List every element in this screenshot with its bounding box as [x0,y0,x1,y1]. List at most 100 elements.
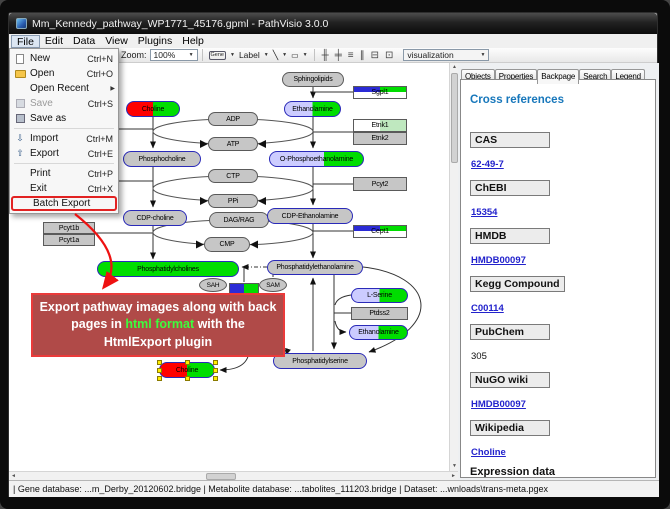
menu-file[interactable]: File [11,35,40,48]
shortcut-label: Ctrl+O [87,69,113,79]
pathway-node-phosphatidylcholines[interactable]: Phosphatidylcholines [97,261,239,277]
file-menu-item-export[interactable]: ⇧ExportCtrl+E [10,146,118,161]
file-menu-item-batch-export[interactable]: Batch Export [11,196,117,211]
pathway-node-etnk1[interactable]: Etnk1 [353,119,407,132]
align-center-x-button[interactable]: ╫ [319,49,332,62]
pathway-node-o-phosphoethanolamine[interactable]: O-Phosphoethanolamine [269,151,364,167]
pathway-node-ptdss2[interactable]: Ptdss2 [351,307,408,320]
save-as-icon [13,114,27,123]
pathway-node-cept1[interactable]: Cept1 [353,225,407,238]
pathway-node-sam[interactable]: SAM [259,278,287,292]
pathway-node-cmp[interactable]: CMP [204,237,250,252]
common-height-button[interactable]: ⊡ [382,49,396,62]
shape-tool-button[interactable]: ▭ ▼ [289,51,310,60]
common-width-button[interactable]: ⊟ [368,49,382,62]
align-center-y-button[interactable]: ╪ [332,49,345,62]
line-tool-button[interactable]: ╲ ▼ [271,50,289,61]
pathway-node-choline[interactable]: Choline [126,101,180,117]
xref-link[interactable]: 62-49-7 [471,159,504,170]
title-bar[interactable]: Mm_Kennedy_pathway_WP1771_45176.gpml - P… [9,13,657,34]
file-menu-item-save[interactable]: SaveCtrl+S [10,96,118,111]
pathway-node-ctp[interactable]: CTP [208,169,258,183]
pathway-node-label: CTP [226,173,239,180]
pathway-node-choline[interactable]: Choline [159,362,215,378]
pathway-node-sah[interactable]: SAH [199,278,227,292]
pathway-node-label: Pcyt1a [59,237,79,244]
file-menu-item-label: Export [30,148,88,159]
pathway-node-label: CDP-Ethanolamine [282,213,339,220]
pathway-node-pcyt1b[interactable]: Pcyt1b [43,222,95,234]
label-tool-button[interactable]: Label ▼ [237,50,271,60]
menu-edit[interactable]: Edit [40,35,68,48]
pathway-node-pcyt2[interactable]: Pcyt2 [353,177,407,191]
menu-help[interactable]: Help [177,35,209,48]
selection-handle[interactable] [157,360,162,365]
shortcut-label: Ctrl+E [88,149,113,159]
selection-handle[interactable] [213,368,218,373]
menu-view[interactable]: View [100,35,133,48]
toolbar-separator [314,49,315,61]
pathway-node-adp[interactable]: ADP [208,112,258,126]
selection-handle[interactable] [213,376,218,381]
canvas-vertical-scrollbar[interactable]: ▲ ▼ [449,63,458,471]
file-menu-item-import[interactable]: ⇩ImportCtrl+M [10,131,118,146]
vertical-scroll-thumb[interactable] [451,73,458,163]
pathway-node-label: SAM [266,282,280,289]
pathway-node-dag-rag[interactable]: DAG/RAG [209,212,269,228]
file-menu-item-print[interactable]: PrintCtrl+P [10,166,118,181]
shape-tool-icon: ▭ [291,51,299,60]
canvas-horizontal-scrollbar[interactable]: ◄ ► [9,471,458,480]
open-folder-icon [13,70,27,78]
submenu-arrow-icon: ▶ [110,85,115,92]
xref-value: 305 [471,351,487,362]
pathway-node-label: Pcyt1b [59,225,79,232]
xref-link[interactable]: C00114 [471,303,504,314]
horizontal-scroll-thumb[interactable] [206,473,236,480]
pathway-node-ppi[interactable]: PPi [208,194,258,208]
pathway-node-sgpl1[interactable]: Sgpl1 [353,86,407,99]
annotation-highlight: html format [125,317,194,331]
file-menu-item-save-as[interactable]: Save as [10,111,118,126]
file-menu-item-open[interactable]: OpenCtrl+O [10,66,118,81]
xref-section-cas: CAS62-49-7 [470,130,647,165]
pathway-node-phosphatidylserine[interactable]: Phosphatidylserine [273,353,367,369]
xref-link[interactable]: Choline [471,447,506,458]
pathvisio-window: Mm_Kennedy_pathway_WP1771_45176.gpml - P… [8,12,658,497]
menu-separator [14,163,114,164]
selection-handle[interactable] [157,376,162,381]
distribute-horizontal-button[interactable]: ∥ [357,49,368,62]
visualization-combobox[interactable]: visualization ▼ [403,49,489,61]
menu-data[interactable]: Data [68,35,100,48]
pathway-node-sphingolipids[interactable]: Sphingolipids [282,72,344,87]
pathway-node-pcyt1a[interactable]: Pcyt1a [43,234,95,246]
menu-plugins[interactable]: Plugins [133,35,177,48]
selection-handle[interactable] [213,360,218,365]
xref-source-name: Kegg Compound [470,276,565,292]
pathway-node-phosphocholine[interactable]: Phosphocholine [123,151,201,167]
save-icon [13,99,27,108]
xref-link[interactable]: 15354 [471,207,497,218]
xref-link[interactable]: HMDB00097 [471,255,526,266]
pathway-node-label: Sgpl1 [372,89,389,96]
pathway-node-ethanolamine[interactable]: Ethanolamine [349,325,408,340]
tab-backpage[interactable]: Backpage [537,69,579,84]
selection-handle[interactable] [185,360,190,365]
file-menu-item-exit[interactable]: ExitCtrl+X [10,181,118,196]
pathway-node-l-serine[interactable]: L-Serine [351,288,408,303]
pathway-node-etnk2[interactable]: Etnk2 [353,132,407,145]
pathway-node-label: O-Phosphoethanolamine [280,156,353,163]
selection-handle[interactable] [157,368,162,373]
pathway-node-phosphatidylethanolamine[interactable]: Phosphatidylethanolamine [267,260,363,275]
zoom-combobox[interactable]: 100% ▼ [150,49,198,61]
selection-handle[interactable] [185,376,190,381]
file-menu-item-open-recent[interactable]: Open Recent▶ [10,81,118,96]
pathway-node-ethanolamine[interactable]: Ethanolamine [284,101,341,117]
pathway-node-cdp-ethanolamine[interactable]: CDP-Ethanolamine [267,208,353,224]
gene-datanode-tool-button[interactable]: Gene ▼ [207,51,237,60]
chevron-down-icon: ▼ [282,52,287,58]
xref-link[interactable]: HMDB00097 [471,399,526,410]
pathway-node-cdp-choline[interactable]: CDP-choline [123,210,187,226]
file-menu-item-new[interactable]: NewCtrl+N [10,51,118,66]
distribute-vertical-button[interactable]: ≡ [345,49,357,62]
pathway-node-atp[interactable]: ATP [208,137,258,151]
